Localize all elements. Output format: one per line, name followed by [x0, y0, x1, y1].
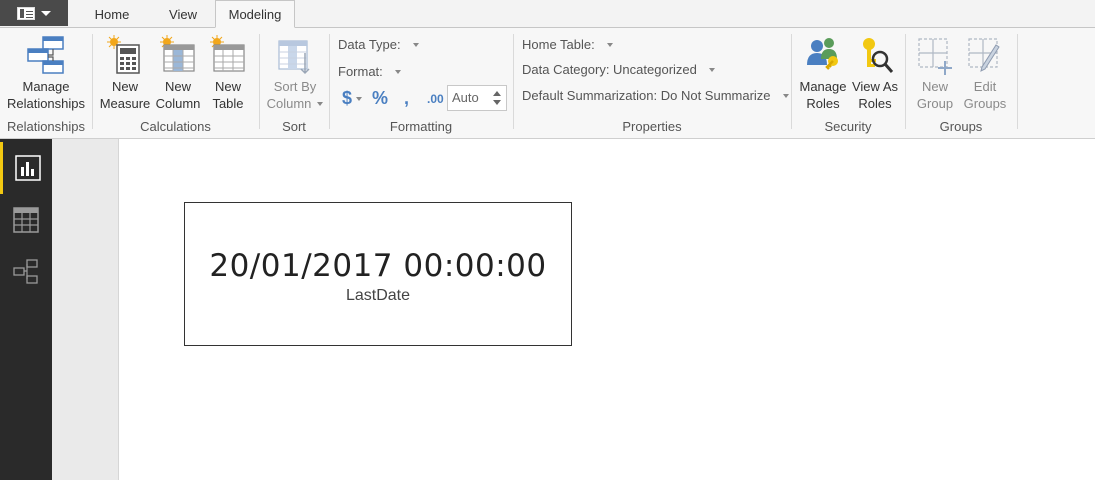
- relationships-view-icon: [13, 259, 38, 284]
- chevron-down-icon: [356, 96, 363, 101]
- file-menu-button[interactable]: [0, 0, 68, 26]
- edit-groups-icon: [965, 34, 1005, 76]
- card-value: 20/01/2017 00:00:00: [209, 247, 547, 284]
- manage-relationships-label-2: Relationships: [6, 96, 86, 111]
- tab-view[interactable]: View: [158, 0, 208, 28]
- chevron-down-icon: [412, 42, 419, 47]
- spinner-arrows-icon[interactable]: [493, 90, 502, 106]
- card-label: LastDate: [345, 286, 411, 304]
- new-column-label-1: New: [164, 79, 191, 94]
- new-group-icon: [915, 34, 955, 76]
- nav-relationships-view[interactable]: [0, 246, 52, 298]
- format-label: Format:: [338, 64, 383, 79]
- new-column-icon: [158, 34, 198, 76]
- nav-data-view[interactable]: [0, 194, 52, 246]
- new-measure-button[interactable]: New Measure: [98, 34, 152, 112]
- ribbon-separator: [513, 34, 514, 129]
- new-measure-label-2: Measure: [99, 96, 151, 111]
- view-as-roles-label-2: Roles: [858, 96, 892, 111]
- sort-by-column-label-2: Column: [266, 96, 312, 111]
- new-column-label-2: Column: [155, 96, 201, 111]
- group-label-properties: Properties: [622, 119, 682, 134]
- ribbon-separator: [329, 34, 330, 129]
- format-dropdown[interactable]: Format:: [338, 64, 401, 79]
- new-table-label-1: New: [214, 79, 241, 94]
- edit-groups-label-2: Groups: [963, 96, 1007, 111]
- new-column-button[interactable]: New Column: [154, 34, 202, 112]
- decimal-places-stepper[interactable]: Auto: [447, 85, 507, 111]
- new-group-label-1: New: [921, 79, 948, 94]
- default-summarization-label: Default Summarization: Do Not Summarize: [522, 88, 771, 103]
- chevron-down-icon: [782, 93, 789, 98]
- chevron-down-icon: [41, 10, 51, 16]
- file-menu-icon: [17, 6, 35, 20]
- percent-format-button[interactable]: %: [372, 88, 388, 109]
- modeling-ribbon: Manage Relationships Relationships New M…: [0, 28, 1095, 139]
- ribbon-separator: [791, 34, 792, 129]
- new-table-icon: [208, 34, 248, 76]
- group-label-sort: Sort: [282, 119, 306, 134]
- new-table-button[interactable]: New Table: [206, 34, 250, 112]
- left-view-nav: [0, 139, 52, 480]
- chevron-down-icon: [394, 69, 401, 74]
- group-label-calculations: Calculations: [140, 119, 211, 134]
- new-table-label-2: Table: [212, 96, 244, 111]
- default-summarization-dropdown[interactable]: Default Summarization: Do Not Summarize: [522, 88, 789, 103]
- report-canvas[interactable]: 20/01/2017 00:00:00 LastDate: [119, 139, 1095, 480]
- canvas-gutter: [52, 139, 119, 480]
- new-group-button[interactable]: New Group: [912, 34, 958, 112]
- ribbon-tab-bar: Home View Modeling: [0, 0, 1095, 28]
- view-as-roles-label-1: View As: [851, 79, 898, 94]
- ribbon-separator: [1017, 34, 1018, 129]
- group-label-groups: Groups: [939, 119, 983, 134]
- manage-relationships-icon: [26, 34, 66, 76]
- manage-roles-icon: [803, 34, 843, 76]
- group-label-relationships: Relationships: [6, 119, 86, 134]
- ribbon-separator: [905, 34, 906, 129]
- data-view-icon: [13, 207, 39, 233]
- card-visual[interactable]: 20/01/2017 00:00:00 LastDate: [184, 202, 572, 346]
- new-measure-icon: [105, 34, 145, 76]
- chevron-down-icon: [317, 101, 324, 106]
- ribbon-separator: [259, 34, 260, 129]
- manage-roles-label-1: Manage: [799, 79, 847, 94]
- data-category-dropdown[interactable]: Data Category: Uncategorized: [522, 62, 715, 77]
- number-format-row: $ % , .00: [342, 88, 444, 109]
- currency-format-button[interactable]: $: [342, 88, 352, 109]
- data-type-label: Data Type:: [338, 37, 401, 52]
- data-type-dropdown[interactable]: Data Type:: [338, 37, 419, 52]
- ribbon-separator: [92, 34, 93, 129]
- group-label-security: Security: [824, 119, 872, 134]
- edit-groups-button[interactable]: Edit Groups: [960, 34, 1010, 112]
- tab-modeling[interactable]: Modeling: [215, 0, 295, 28]
- report-view-icon: [14, 155, 41, 181]
- new-measure-label-1: New: [111, 79, 138, 94]
- comma-format-button[interactable]: ,: [404, 88, 409, 109]
- manage-roles-label-2: Roles: [806, 96, 840, 111]
- group-label-formatting: Formatting: [389, 119, 453, 134]
- sort-by-column-icon: [275, 34, 315, 76]
- manage-relationships-button[interactable]: Manage Relationships: [5, 34, 87, 112]
- decimal-places-value: Auto: [452, 90, 479, 105]
- view-as-roles-button[interactable]: View As Roles: [850, 34, 900, 112]
- sort-by-column-button[interactable]: Sort By Column: [262, 34, 328, 112]
- chevron-down-icon: [606, 42, 613, 47]
- home-table-dropdown[interactable]: Home Table:: [522, 37, 613, 52]
- chevron-down-icon: [708, 67, 715, 72]
- tab-home[interactable]: Home: [84, 0, 140, 28]
- manage-roles-button[interactable]: Manage Roles: [796, 34, 850, 112]
- home-table-label: Home Table:: [522, 37, 595, 52]
- data-category-label: Data Category: Uncategorized: [522, 62, 697, 77]
- sort-by-column-label-1: Sort By: [273, 79, 317, 94]
- new-group-label-2: Group: [916, 96, 954, 111]
- view-as-roles-icon: [855, 34, 895, 76]
- decimal-places-button[interactable]: .00: [427, 92, 444, 106]
- sort-by-column-label-2-wrap: Column: [267, 95, 324, 112]
- nav-report-view[interactable]: [0, 142, 52, 194]
- edit-groups-label-1: Edit: [973, 79, 997, 94]
- manage-relationships-label-1: Manage: [22, 79, 70, 94]
